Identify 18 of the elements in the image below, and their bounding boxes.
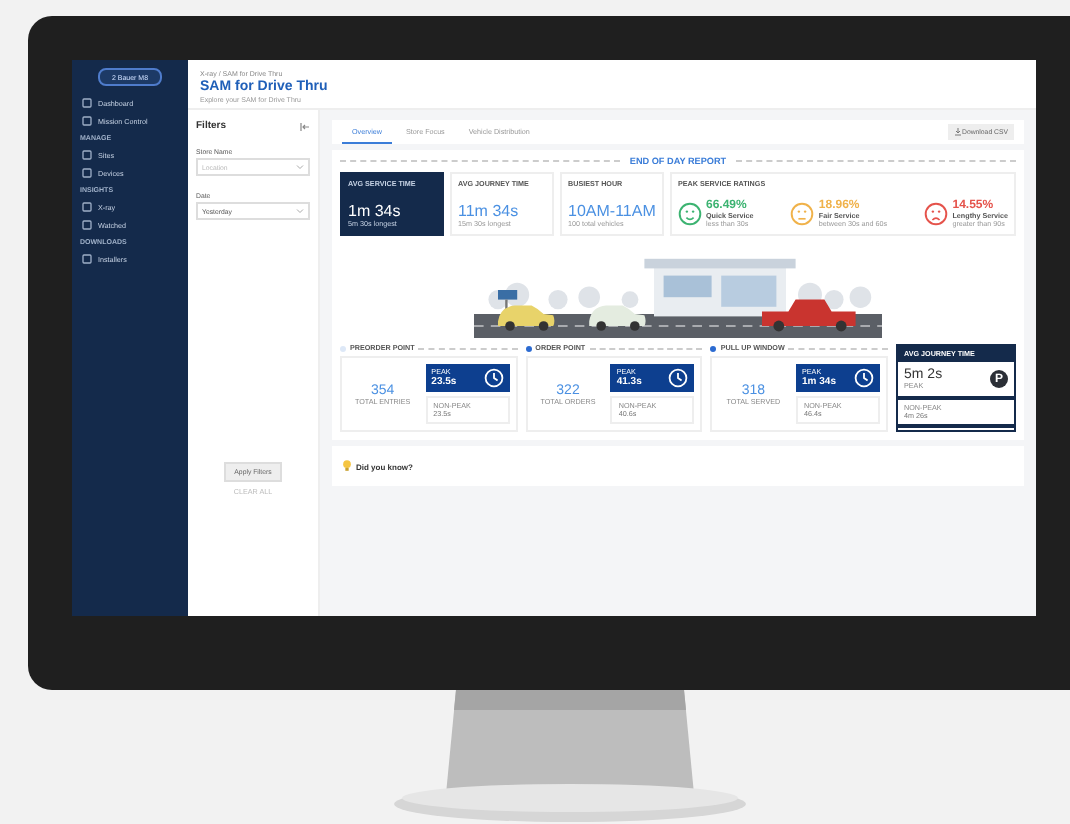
chevron-down-icon — [296, 208, 304, 214]
kpi-value: 10AM-11AM — [568, 202, 656, 220]
kpi-value: 1m 34s — [348, 202, 403, 220]
square-icon — [82, 150, 92, 160]
collapse-icon — [300, 121, 310, 131]
clock-icon — [668, 368, 689, 388]
square-icon — [82, 98, 92, 108]
square-icon — [82, 168, 92, 178]
clock-icon — [483, 368, 504, 388]
kpi-value: 11m 34s — [458, 202, 521, 220]
download-icon — [954, 128, 962, 136]
chevron-down-icon — [296, 164, 304, 170]
square-icon — [82, 202, 92, 212]
clock-icon — [854, 368, 875, 388]
square-icon — [82, 220, 92, 230]
square-icon — [82, 254, 92, 264]
square-icon — [82, 116, 92, 126]
lightbulb-icon — [342, 460, 352, 472]
